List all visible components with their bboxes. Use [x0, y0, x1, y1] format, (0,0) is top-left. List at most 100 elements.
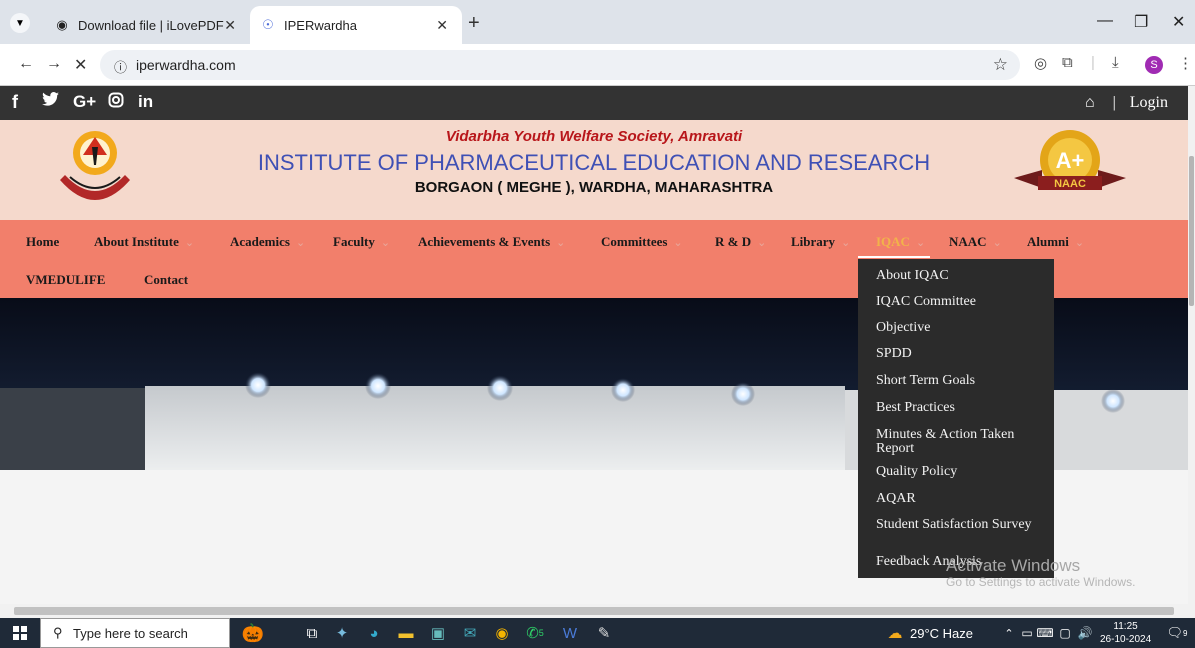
- stop-loading-icon[interactable]: ✕: [74, 55, 87, 75]
- system-clock[interactable]: 11:25 26-10-2024: [1100, 620, 1151, 646]
- chevron-down-icon: ⌄: [380, 237, 391, 249]
- windows-start-icon[interactable]: [10, 622, 30, 644]
- store-icon[interactable]: ▣: [426, 622, 450, 644]
- clock-date: 26-10-2024: [1100, 634, 1152, 645]
- nav-label: IQAC: [876, 234, 910, 249]
- window-close-icon[interactable]: ✕: [1172, 12, 1185, 32]
- file-explorer-icon[interactable]: ▬: [394, 622, 418, 644]
- nav-about-institute[interactable]: About Institute ⌄: [94, 234, 194, 250]
- menu-item-minutes-action-taken-report[interactable]: Minutes & Action Taken Report: [876, 428, 1046, 456]
- home-icon[interactable]: ⌂: [1085, 94, 1095, 111]
- menu-item-spdd[interactable]: SPDD: [876, 347, 1046, 361]
- chevron-up-icon[interactable]: ⌃: [1000, 622, 1018, 644]
- paint-icon[interactable]: ✎: [592, 622, 616, 644]
- nav-academics[interactable]: Academics ⌄: [230, 234, 305, 250]
- url-text[interactable]: iperwardha.com: [136, 57, 236, 73]
- facebook-icon[interactable]: f: [12, 92, 18, 113]
- pumpkin-widget-icon[interactable]: 🎃: [238, 622, 268, 644]
- menu-item-short-term-goals[interactable]: Short Term Goals: [876, 374, 1046, 388]
- login-link[interactable]: Login: [1130, 94, 1168, 111]
- restore-icon[interactable]: ❐: [1134, 12, 1148, 32]
- minimize-icon[interactable]: —: [1097, 12, 1113, 30]
- extensions-puzzle-icon[interactable]: ⧉: [1062, 54, 1073, 71]
- chrome-icon[interactable]: ◉: [490, 622, 514, 644]
- nav-iqac[interactable]: IQAC ⌄: [876, 234, 925, 250]
- tab-search-button[interactable]: ▼: [10, 13, 30, 33]
- nav-committees[interactable]: Committees ⌄: [601, 234, 683, 250]
- edge-browser-icon[interactable]: ◕: [362, 622, 386, 644]
- activate-windows-hint: Go to Settings to activate Windows.: [946, 575, 1136, 589]
- copilot-icon[interactable]: ✦: [330, 622, 354, 644]
- notification-count: 9: [1183, 628, 1188, 638]
- vertical-scrollbar[interactable]: [1188, 86, 1195, 604]
- horizontal-scrollbar[interactable]: [0, 604, 1195, 618]
- chevron-down-icon: ⌄: [841, 237, 851, 249]
- close-tab-icon[interactable]: ✕: [436, 17, 448, 34]
- address-bar[interactable]: ⓘ iperwardha.com ☆: [100, 50, 1020, 80]
- twitter-icon[interactable]: [42, 92, 59, 111]
- menu-item-quality-policy[interactable]: Quality Policy: [876, 465, 1046, 479]
- naac-grade: A+: [1056, 148, 1085, 173]
- nav-label: VMEDULIFE: [26, 272, 106, 287]
- whatsapp-icon[interactable]: ✆ 5: [520, 622, 550, 644]
- notification-icon[interactable]: 🗨 9: [1166, 622, 1188, 644]
- nav-vmedulife[interactable]: VMEDULIFE: [26, 272, 105, 288]
- battery-icon[interactable]: ▭: [1018, 622, 1036, 644]
- nav-label: R & D: [715, 234, 752, 249]
- institute-name: INSTITUTE OF PHARMACEUTICAL EDUCATION AN…: [257, 150, 931, 175]
- scroll-thumb[interactable]: [1189, 156, 1194, 306]
- back-icon[interactable]: ←: [18, 55, 34, 73]
- bookmark-star-icon[interactable]: ☆: [993, 55, 1008, 75]
- society-name: Vidarbha Youth Welfare Society, Amravati: [445, 128, 743, 145]
- task-view-icon[interactable]: ⧉: [300, 622, 324, 644]
- tab-iperwardha[interactable]: ☉ IPERwardha ✕: [250, 6, 462, 44]
- nav-achievements-events[interactable]: Achievements & Events ⌄: [418, 234, 565, 250]
- site-header: Vidarbha Youth Welfare Society, Amravati…: [0, 120, 1188, 220]
- linkedin-icon[interactable]: in: [138, 92, 153, 112]
- extension-icon[interactable]: ◎: [1034, 54, 1047, 72]
- site-favicon-icon: ☉: [262, 17, 274, 32]
- nav-label: Committees: [601, 234, 668, 249]
- iqac-dropdown-menu: About IQAC IQAC Committee Objective SPDD…: [858, 259, 1054, 578]
- menu-item-objective[interactable]: Objective: [876, 321, 1046, 335]
- chevron-down-icon: ⌄: [992, 237, 1002, 249]
- word-icon[interactable]: W: [558, 622, 582, 644]
- nav-label: Alumni: [1027, 234, 1069, 249]
- tab-ilovepdf[interactable]: ◉ Download file | iLovePDF ✕: [40, 6, 250, 44]
- taskbar-search-input[interactable]: ⚲ Type here to search: [40, 618, 230, 648]
- nav-r-and-d[interactable]: R & D ⌄: [715, 234, 766, 250]
- chevron-down-icon: ⌄: [673, 237, 683, 249]
- menu-item-iqac-committee[interactable]: IQAC Committee: [876, 295, 1046, 309]
- nav-naac[interactable]: NAAC ⌄: [949, 234, 1002, 250]
- chevron-down-icon: ⌄: [184, 237, 195, 249]
- site-info-icon[interactable]: ⓘ: [114, 57, 127, 76]
- windows-taskbar: ⚲ Type here to search 🎃 ⧉ ✦ ◕ ▬ ▣ ✉ ◉ ✆ 5…: [0, 618, 1195, 648]
- login-separator: |: [1112, 94, 1116, 111]
- new-tab-button[interactable]: +: [468, 12, 480, 35]
- menu-kebab-icon[interactable]: ⋮: [1178, 54, 1193, 72]
- instagram-icon[interactable]: [108, 92, 124, 113]
- chevron-down-icon: ⌄: [757, 237, 767, 249]
- weather-text[interactable]: 29°C Haze: [910, 626, 973, 641]
- network-icon[interactable]: ⌨: [1036, 622, 1054, 644]
- menu-item-aqar[interactable]: AQAR: [876, 492, 1046, 506]
- close-tab-icon[interactable]: ✕: [224, 17, 236, 34]
- google-plus-icon[interactable]: G+: [73, 92, 96, 112]
- naac-badge-icon: A+ NAAC: [1012, 128, 1128, 209]
- mail-icon[interactable]: ✉: [458, 622, 482, 644]
- scroll-thumb[interactable]: [14, 607, 1174, 615]
- volume-icon[interactable]: 🔊: [1076, 622, 1094, 644]
- nav-home[interactable]: Home: [26, 234, 59, 250]
- nav-alumni[interactable]: Alumni ⌄: [1027, 234, 1084, 250]
- search-placeholder: Type here to search: [73, 626, 188, 641]
- menu-item-about-iqac[interactable]: About IQAC: [876, 269, 1046, 283]
- profile-avatar[interactable]: S: [1145, 56, 1163, 74]
- nav-library[interactable]: Library ⌄: [791, 234, 850, 250]
- display-icon[interactable]: ▢: [1056, 622, 1074, 644]
- nav-contact[interactable]: Contact: [144, 272, 188, 288]
- forward-icon[interactable]: →: [46, 55, 62, 73]
- nav-faculty[interactable]: Faculty ⌄: [333, 234, 390, 250]
- menu-item-best-practices[interactable]: Best Practices: [876, 401, 1046, 415]
- menu-item-student-satisfaction-survey[interactable]: Student Satisfaction Survey: [876, 518, 1046, 532]
- download-icon[interactable]: ⤓: [1112, 54, 1119, 71]
